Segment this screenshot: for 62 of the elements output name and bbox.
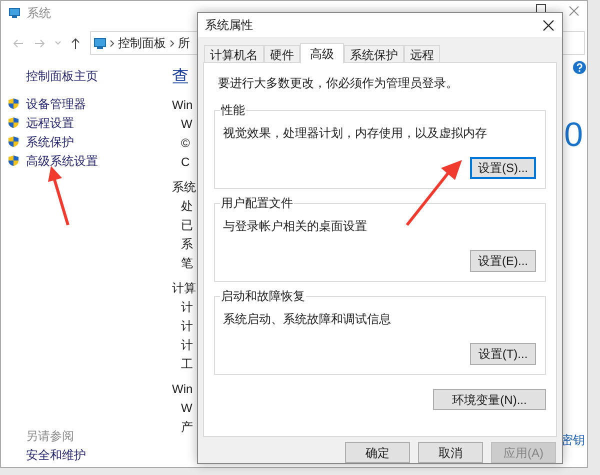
info-text: 已 [180, 217, 193, 234]
sidebar-link[interactable]: 系统保护 [26, 132, 74, 150]
info-text: 计 [180, 337, 193, 354]
monitor-icon [94, 38, 106, 48]
info-text: 计 [180, 299, 193, 316]
info-text: 系 [180, 236, 193, 253]
sidebar-link[interactable]: 高级系统设置 [26, 152, 98, 170]
shield-icon [8, 116, 19, 128]
page-heading: 查 [172, 66, 189, 88]
tab[interactable]: 硬件 [264, 45, 300, 62]
sidebar-link[interactable]: 远程设置 [26, 114, 74, 132]
dialog-title: 系统属性 [205, 17, 253, 34]
close-icon[interactable] [543, 20, 554, 30]
breadcrumb[interactable]: 所 [178, 34, 190, 52]
section-heading: Win [172, 381, 193, 398]
section-heading: 系统 [172, 179, 196, 196]
monitor-icon [9, 8, 20, 18]
info-text: 处 [180, 198, 193, 215]
tab[interactable]: 高级 [300, 43, 344, 63]
tab[interactable]: 计算机名 [204, 45, 264, 62]
info-text: W [180, 400, 192, 417]
dialog-button[interactable]: 取消 [418, 442, 483, 463]
dialog-button[interactable]: 确定 [345, 442, 410, 463]
shield-icon [8, 136, 19, 148]
group-description: 系统启动、系统故障和调试信息 [223, 311, 392, 326]
notice-text: 要进行大多数更改，你必须作为管理员登录。 [217, 75, 459, 90]
info-text: 笔 [180, 255, 193, 272]
info-text: © [180, 135, 190, 152]
up-icon[interactable] [71, 38, 80, 48]
settings-button[interactable]: 设置(E)... [470, 250, 536, 272]
help-icon[interactable] [573, 61, 586, 74]
info-text: C [180, 154, 190, 171]
shield-icon [8, 98, 19, 110]
see-also-heading: 另请参阅 [25, 428, 75, 445]
breadcrumb[interactable]: 控制面板 [118, 34, 166, 52]
group-description: 与登录帐户相关的桌面设置 [223, 218, 368, 233]
sidebar-link[interactable]: 控制面板主页 [8, 67, 169, 86]
info-text: 产 [180, 419, 193, 436]
info-text: W [180, 116, 192, 133]
annotation-arrow [48, 166, 70, 226]
info-text: 计 [180, 318, 193, 335]
maximize-icon[interactable] [536, 4, 546, 12]
chevron-icon [170, 40, 174, 46]
settings-button[interactable]: 设置(T)... [470, 343, 536, 365]
group-title: 性能 [220, 102, 246, 118]
sidebar-link[interactable]: 安全和维护 [8, 446, 169, 465]
shield-icon [8, 154, 19, 166]
tab[interactable]: 远程 [404, 45, 440, 62]
group-title: 用户配置文件 [220, 195, 294, 211]
annotation-arrow [406, 160, 462, 226]
info-text: 工 [180, 356, 193, 373]
section-heading: 计算 [172, 280, 196, 297]
environment-variables-button[interactable]: 环境变量(N)... [433, 389, 546, 410]
settings-button[interactable]: 设置(S)... [470, 157, 536, 179]
sidebar-link[interactable]: 设备管理器 [26, 94, 86, 112]
group-description: 视觉效果，处理器计划，内存使用，以及虚拟内存 [223, 125, 488, 140]
group-title: 启动和故障恢复 [220, 288, 306, 304]
big-digit: 0 [564, 117, 583, 153]
chevron-icon [110, 40, 114, 46]
window-title: 系统 [27, 5, 51, 22]
section-heading: Win [172, 97, 193, 114]
tab[interactable]: 系统保护 [344, 45, 404, 62]
